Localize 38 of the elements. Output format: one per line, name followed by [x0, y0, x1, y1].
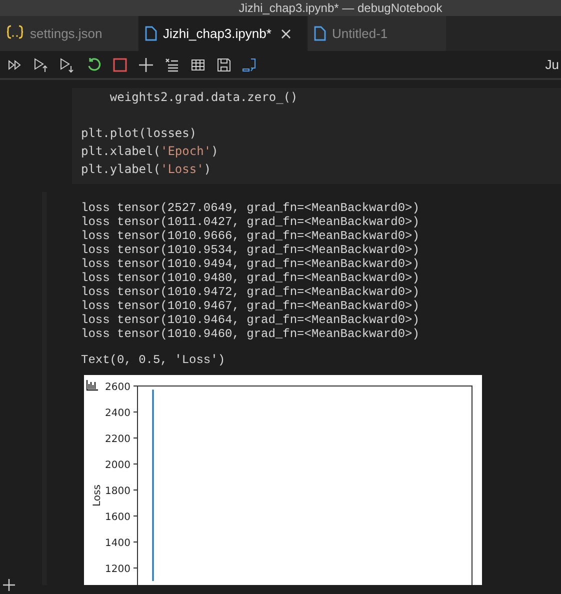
tab-label: settings.json: [30, 26, 102, 41]
y-axis-label: Loss: [92, 484, 103, 506]
editor-tab[interactable]: Jizhi_chap3.ipynb*: [139, 16, 308, 51]
output-line: loss tensor(1010.9666, grad_fn=<MeanBackward0>): [81, 229, 420, 243]
y-tick-label: 2600: [105, 382, 130, 393]
y-tick-label: 2000: [105, 460, 130, 471]
code-line: plt.plot(losses): [81, 126, 197, 140]
output-result: Text(0, 0.5, 'Loss'): [81, 353, 226, 367]
output-line: loss tensor(1010.9534, grad_fn=<MeanBackward0>): [81, 243, 420, 257]
output-line: loss tensor(2527.0649, grad_fn=<MeanBackward0>): [81, 201, 420, 215]
output-line: loss tensor(1010.9480, grad_fn=<MeanBackward0>): [81, 271, 420, 285]
file-icon: [314, 26, 326, 41]
chart-icon[interactable]: [86, 379, 99, 391]
code-line: weights2.grad.data.zero_(): [108, 90, 298, 104]
tab-label: Untitled-1: [332, 26, 388, 41]
output-line: loss tensor(1010.9460, grad_fn=<MeanBackward0>): [81, 327, 420, 341]
y-tick-label: 1400: [105, 538, 130, 549]
output-line: loss tensor(1011.0427, grad_fn=<MeanBackward0>): [81, 215, 420, 229]
y-tick-label: 1200: [105, 564, 130, 575]
editor-tab[interactable]: Untitled-1: [308, 16, 447, 51]
toolbar-text: Ju: [545, 57, 559, 72]
editor-tab[interactable]: settings.json: [0, 16, 139, 51]
output-line: loss tensor(1010.9472, grad_fn=<MeanBackward0>): [81, 285, 420, 299]
window-title: Jizhi_chap3.ipynb* — debugNotebook: [238, 1, 442, 15]
code-cell[interactable]: weights2.grad.data.zero_() plt.plot(losses) plt.xlabel('Epoch') plt.ylabel('Loss'): [72, 88, 561, 184]
output-line: loss tensor(1010.9464, grad_fn=<MeanBackward0>): [81, 313, 420, 327]
y-tick-label: 2400: [105, 408, 130, 419]
tab-label: Jizhi_chap3.ipynb*: [163, 26, 272, 41]
close-icon[interactable]: [281, 28, 292, 38]
add-cell-icon[interactable]: [2, 578, 16, 592]
y-tick-label: 2200: [105, 434, 130, 445]
code-line: plt.xlabel('Epoch'): [81, 144, 218, 158]
y-tick-label: 1800: [105, 486, 130, 497]
code-line: plt.ylabel('Loss'): [81, 162, 212, 176]
output-line: loss tensor(1010.9467, grad_fn=<MeanBackward0>): [81, 299, 420, 313]
file-icon: [145, 26, 157, 41]
y-tick-label: 1600: [105, 512, 130, 523]
output-line: loss tensor(1010.9494, grad_fn=<MeanBackward0>): [81, 257, 420, 271]
